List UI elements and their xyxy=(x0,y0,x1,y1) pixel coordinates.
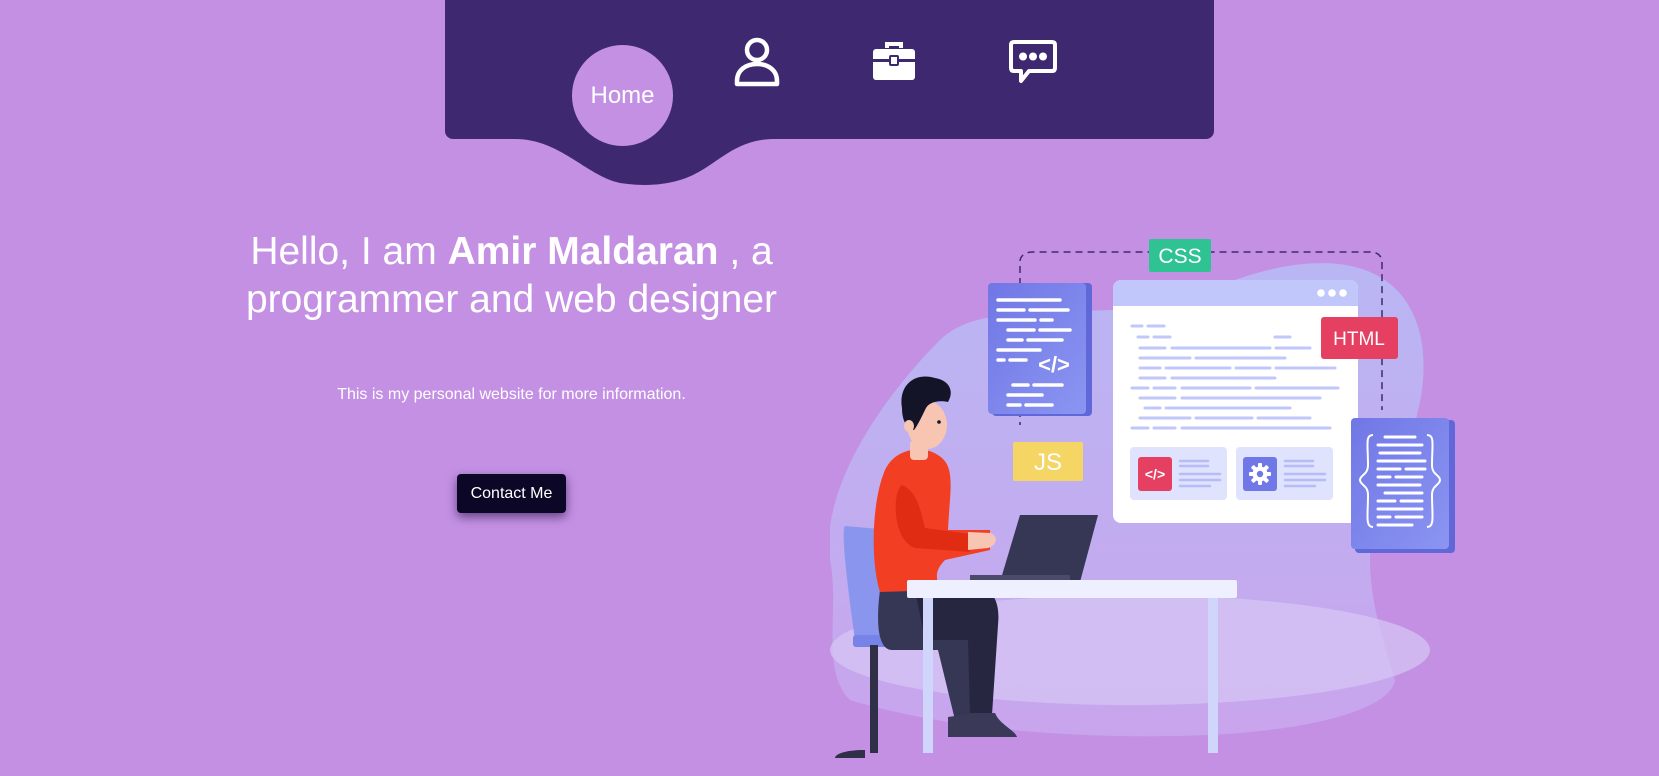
css-badge: CSS xyxy=(1149,239,1211,272)
hero-section: Hello, I am Amir Maldaran , a programmer… xyxy=(180,228,843,404)
user-icon xyxy=(734,37,780,87)
code-card-tag: </> xyxy=(1038,352,1070,377)
nav-home-button[interactable]: Home xyxy=(572,45,673,146)
hero-title: Hello, I am Amir Maldaran , a programmer… xyxy=(180,228,843,324)
nav-bar xyxy=(445,0,1214,139)
code-card-left: </> xyxy=(988,283,1092,416)
nav-contact-button[interactable] xyxy=(1005,34,1061,90)
browser-window: </> xyxy=(1113,280,1358,523)
hero-role: programmer and web designer xyxy=(245,278,778,321)
developer-illustration: </> </> CSS HTML JS xyxy=(830,239,1455,758)
code-card-right xyxy=(1351,418,1455,553)
hero-illustration: </> </> CSS HTML JS xyxy=(830,230,1460,760)
contact-me-button[interactable]: Contact Me xyxy=(457,474,566,513)
hero-subtitle: This is my personal website for more inf… xyxy=(337,386,686,403)
nav-profile-button[interactable] xyxy=(729,34,785,90)
hero-name: Amir Maldaran xyxy=(447,230,719,273)
top-navigation: Home xyxy=(445,0,1214,190)
js-badge: JS xyxy=(1013,442,1083,481)
js-badge-label: JS xyxy=(1034,449,1062,476)
nav-portfolio-button[interactable] xyxy=(866,34,922,90)
gear-icon xyxy=(1249,463,1271,485)
nav-home-label: Home xyxy=(590,81,655,109)
css-badge-label: CSS xyxy=(1158,245,1201,268)
briefcase-icon xyxy=(873,42,915,80)
hero-role-prefix: , a xyxy=(729,230,773,273)
hero-greeting: Hello, I am xyxy=(250,230,437,273)
code-tag-label: </> xyxy=(1145,466,1165,482)
html-badge: HTML xyxy=(1321,317,1398,359)
html-badge-label: HTML xyxy=(1333,329,1385,350)
chat-icon xyxy=(1009,40,1057,83)
